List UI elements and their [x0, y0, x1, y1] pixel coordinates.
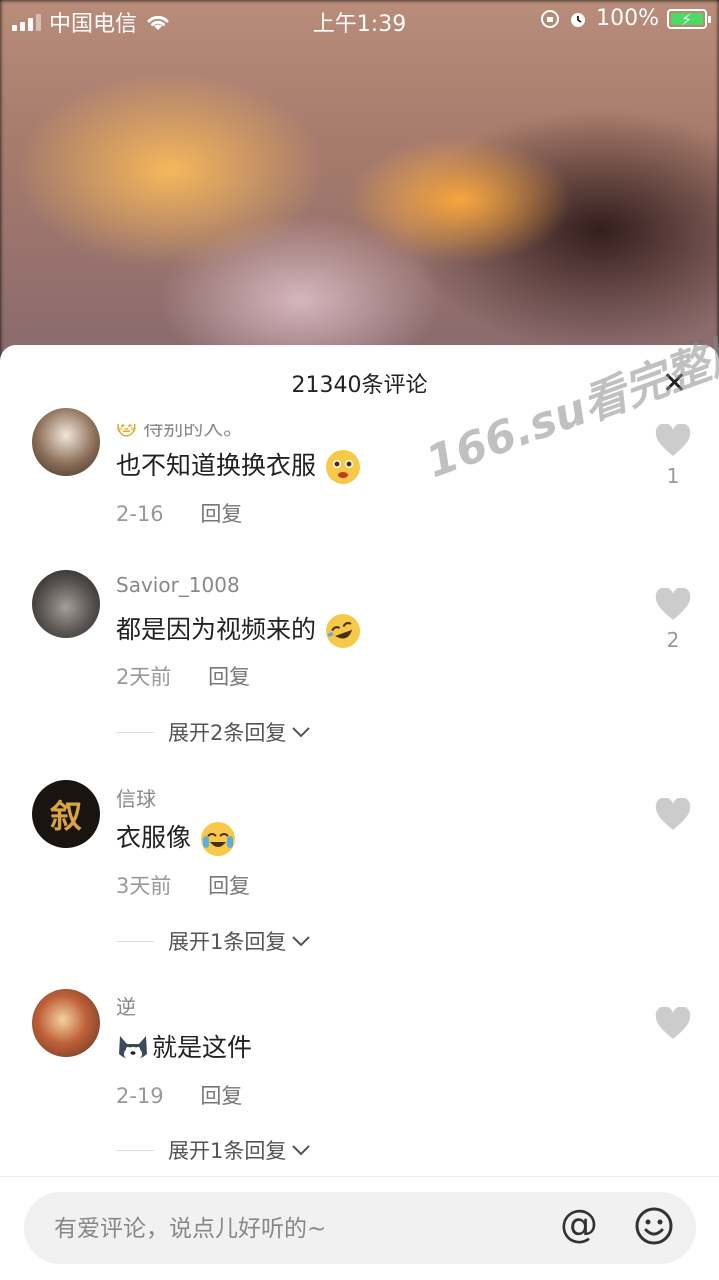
comment-username[interactable]: 信球: [116, 783, 156, 812]
crying-laughing-icon: [200, 822, 235, 856]
alarm-icon: [571, 12, 586, 27]
comment-input-bar: @: [24, 1192, 696, 1264]
avatar[interactable]: 叙: [32, 780, 100, 848]
comment-text: 衣服像: [116, 818, 235, 856]
rotation-lock-icon: [541, 9, 560, 28]
expand-replies-button[interactable]: 展开1条回复: [116, 1135, 312, 1165]
like-heart-icon[interactable]: [655, 588, 691, 622]
comments-sheet: 21340条评论 ✕: [0, 345, 719, 1280]
like-count: 1: [666, 464, 680, 488]
comment-meta: 3天前 回复: [116, 870, 250, 900]
input-divider: [0, 1176, 719, 1177]
expand-replies-button[interactable]: 展开1条回复: [116, 926, 312, 956]
expand-replies-label: 展开1条回复: [168, 1139, 287, 1163]
comment-time: 3天前: [116, 874, 172, 898]
like-heart-icon[interactable]: [655, 1007, 691, 1041]
pleading-face-icon: [325, 450, 360, 484]
divider-line: [116, 940, 154, 942]
comment-meta: 2-19 回复: [116, 1080, 242, 1110]
chevron-down-icon: [292, 1145, 311, 1156]
divider-line: [116, 731, 154, 733]
battery-icon: ⚡: [667, 8, 711, 29]
battery-percent: 100%: [596, 6, 659, 31]
shiba-dog-icon: [116, 1032, 150, 1066]
reply-button[interactable]: 回复: [200, 502, 242, 526]
comment-meta: 2天前 回复: [116, 661, 250, 691]
status-right: 100% ⚡: [540, 6, 711, 31]
comment-time: 2-16: [116, 502, 164, 526]
comment-input[interactable]: [52, 1208, 536, 1250]
comment-text: 都是因为视频来的: [116, 609, 365, 653]
avatar[interactable]: [32, 989, 100, 1057]
expand-replies-label: 展开2条回复: [168, 721, 287, 745]
comment-text: 就是这件: [116, 1028, 252, 1066]
avatar[interactable]: [32, 570, 100, 638]
reply-button[interactable]: 回复: [208, 665, 250, 689]
chevron-down-icon: [292, 727, 311, 738]
comment-meta: 2-16 回复: [116, 498, 242, 528]
mention-at-button[interactable]: @: [560, 1202, 598, 1246]
avatar-glyph: 叙: [49, 797, 82, 835]
reply-button[interactable]: 回复: [200, 1084, 242, 1108]
rofl-face-icon: [321, 609, 365, 653]
like-count: 2: [666, 628, 680, 652]
like-heart-icon[interactable]: [655, 424, 691, 458]
expand-replies-label: 展开1条回复: [168, 930, 287, 954]
divider-line: [116, 1149, 154, 1151]
comment-username[interactable]: 逆: [116, 991, 136, 1020]
reply-button[interactable]: 回复: [208, 874, 250, 898]
status-bar: 中国电信 上午1:39 100% ⚡: [0, 0, 719, 40]
avatar[interactable]: [32, 408, 100, 476]
comment-time: 2-19: [116, 1084, 164, 1108]
video-background[interactable]: [0, 0, 719, 360]
emoji-picker-icon[interactable]: [634, 1206, 674, 1246]
expand-replies-button[interactable]: 展开2条回复: [116, 717, 312, 747]
comment-text: 也不知道换换衣服: [116, 446, 360, 484]
comment-username[interactable]: Savior_1008: [116, 573, 240, 597]
comment-time: 2天前: [116, 665, 172, 689]
chevron-down-icon: [292, 936, 311, 947]
like-heart-icon[interactable]: [655, 798, 691, 832]
